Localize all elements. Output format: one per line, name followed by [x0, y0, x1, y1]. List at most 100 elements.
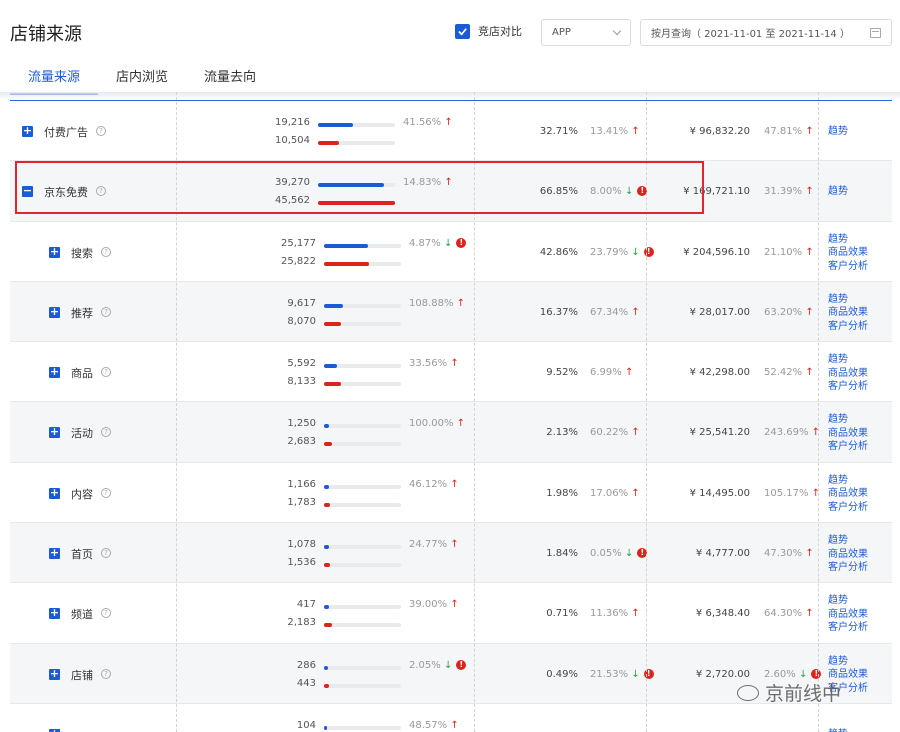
share-value: 42.86%: [539, 246, 578, 258]
customer-analysis-link[interactable]: 客户分析: [828, 260, 868, 274]
tab-traffic-source[interactable]: 流量来源: [10, 62, 99, 95]
own-bar: [324, 364, 338, 369]
expand-icon[interactable]: +: [49, 306, 60, 318]
competitor-bar-track: [324, 563, 401, 568]
trend-indicator: ↑: [802, 126, 813, 137]
arrow-up-icon: ↑: [802, 608, 814, 620]
product-effect-link[interactable]: 商品效果: [828, 487, 868, 501]
expand-icon[interactable]: +: [49, 246, 60, 258]
amount-value: ¥ 4,777.00: [695, 548, 750, 560]
trend-link[interactable]: 趋势: [828, 594, 868, 608]
arrow-down-icon: ↓: [621, 548, 634, 560]
customer-analysis-link[interactable]: 客户分析: [828, 380, 868, 394]
compare-label: 竞店对比: [478, 25, 522, 38]
arrow-up-icon: ↑: [802, 306, 814, 318]
own-visitors: 1,250: [287, 418, 316, 430]
row-actions: 趋势 商品效果 客户分析: [828, 474, 868, 515]
trend-indicator: ↑: [802, 186, 813, 197]
competitor-bar-track: [324, 683, 401, 688]
arrow-down-icon: ↓: [440, 659, 453, 671]
own-bar-track: [324, 725, 401, 730]
expand-icon[interactable]: +: [49, 668, 60, 680]
product-effect-link[interactable]: 商品效果: [828, 246, 868, 260]
expand-icon[interactable]: +: [49, 426, 60, 439]
column-divider: [818, 92, 819, 732]
trend-link[interactable]: 趋势: [828, 185, 848, 199]
own-bar: [324, 484, 330, 489]
help-icon[interactable]: ?: [101, 487, 111, 498]
trend-indicator: ↑: [447, 479, 458, 490]
compare-toggle[interactable]: 竞店对比: [455, 23, 522, 39]
product-effect-link[interactable]: 商品效果: [828, 548, 868, 562]
own-visitors: 19,216: [275, 117, 310, 128]
expand-icon[interactable]: +: [49, 487, 60, 499]
share-change-pct: 13.41% ↑: [590, 126, 640, 137]
amount-change-pct: 64.30% ↑: [764, 608, 814, 620]
trend-indicator: ↓!: [628, 668, 654, 680]
competitor-bar: [318, 141, 339, 145]
row-actions: 趋势 商品效果 客户分析: [828, 293, 868, 334]
expand-icon[interactable]: +: [49, 607, 60, 620]
amount-value: ¥ 28,017.00: [689, 306, 750, 318]
competitor-bar-track: [324, 382, 401, 387]
amount-value: ¥ 25,541.20: [689, 427, 750, 439]
expand-icon[interactable]: +: [49, 547, 60, 560]
share-change-pct: 17.06% ↑: [590, 487, 640, 499]
product-effect-link[interactable]: 商品效果: [828, 608, 868, 622]
compare-checkbox[interactable]: [455, 23, 470, 39]
arrow-up-icon: ↑: [628, 608, 640, 620]
trend-indicator: ↑: [454, 418, 465, 429]
arrow-down-icon: ↓: [628, 246, 640, 258]
competitor-bar-track: [324, 321, 401, 326]
amount-change-pct: 21.10% ↑: [764, 246, 814, 258]
visitor-change-pct: 41.56% ↑: [403, 117, 453, 128]
trend-link[interactable]: 趋势: [828, 125, 848, 139]
row-actions: 趋势 商品效果 客户分析: [828, 534, 868, 575]
tab-traffic-destination[interactable]: 流量去向: [186, 62, 274, 95]
help-icon[interactable]: ?: [101, 367, 111, 378]
product-effect-link[interactable]: 商品效果: [828, 367, 868, 381]
platform-select[interactable]: APP: [541, 19, 631, 46]
customer-analysis-link[interactable]: 客户分析: [828, 501, 868, 515]
customer-analysis-link[interactable]: 客户分析: [828, 621, 868, 635]
customer-analysis-link[interactable]: 客户分析: [828, 440, 868, 454]
competitor-visitors: 10,504: [275, 135, 310, 146]
trend-link[interactable]: 趋势: [828, 413, 868, 427]
own-bar-track: [318, 123, 395, 127]
trend-link[interactable]: 趋势: [828, 474, 868, 488]
help-icon[interactable]: ?: [101, 306, 111, 317]
check-icon: [458, 27, 467, 35]
competitor-bar: [324, 502, 331, 507]
own-bar-track: [324, 303, 401, 308]
customer-analysis-link[interactable]: 客户分析: [828, 320, 868, 334]
share-change-pct: 6.99% ↑: [590, 367, 634, 379]
product-effect-link[interactable]: 商品效果: [828, 427, 868, 441]
help-icon[interactable]: ?: [101, 668, 111, 679]
expand-icon[interactable]: +: [22, 125, 33, 137]
trend-link[interactable]: 趋势: [828, 233, 868, 247]
customer-analysis-link[interactable]: 客户分析: [828, 561, 868, 575]
help-icon[interactable]: ?: [96, 126, 106, 136]
product-effect-link[interactable]: 商品效果: [828, 306, 868, 320]
arrow-up-icon: ↑: [802, 367, 814, 379]
trend-link[interactable]: 趋势: [828, 728, 848, 732]
tab-in-store-browse[interactable]: 店内浏览: [98, 62, 186, 95]
own-bar: [318, 123, 353, 127]
trend-link[interactable]: 趋势: [828, 534, 868, 548]
trend-indicator: ↑: [441, 117, 452, 128]
trend-link[interactable]: 趋势: [828, 353, 868, 367]
help-icon[interactable]: ?: [101, 246, 111, 257]
trend-link[interactable]: 趋势: [828, 293, 868, 307]
own-bar-track: [324, 545, 401, 550]
row-actions: 趋势 商品效果 客户分析: [828, 594, 868, 635]
date-range-picker[interactable]: 按月查询（ 2021-11-01 至 2021-11-14 ）: [640, 19, 892, 46]
share-value: 0.49%: [546, 668, 578, 680]
help-icon[interactable]: ?: [101, 548, 111, 559]
table-row: + 内容? 1,166 1,783 46.12% ↑ 1.98% 17.06% ↑ ¥ 14,…: [10, 463, 892, 524]
help-icon[interactable]: ?: [101, 608, 111, 619]
amount-value: ¥ 204,596.10: [683, 246, 750, 258]
trend-link[interactable]: 趋势: [828, 655, 868, 669]
expand-icon[interactable]: +: [49, 366, 60, 379]
help-icon[interactable]: ?: [101, 427, 111, 438]
arrow-up-icon: ↑: [447, 358, 459, 370]
